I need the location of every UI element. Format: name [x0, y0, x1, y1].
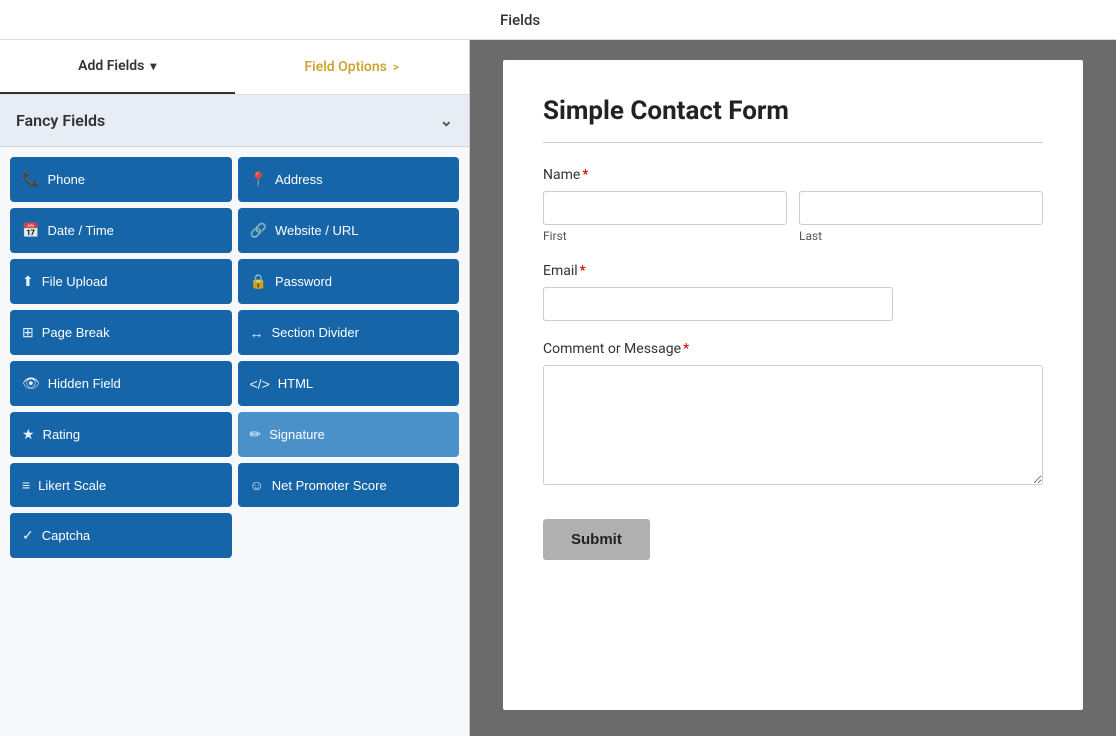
- name-first-input[interactable]: [543, 191, 787, 225]
- add-fields-label: Add Fields: [78, 58, 144, 74]
- field-btn-net-promoter-score[interactable]: ☺ Net Promoter Score: [238, 463, 460, 507]
- likert-scale-label: Likert Scale: [38, 478, 106, 493]
- left-panel: Add Fields ▾ Field Options > Fancy Field…: [0, 40, 470, 736]
- net-promoter-score-icon: ☺: [250, 477, 264, 493]
- website-url-label: Website / URL: [275, 223, 359, 238]
- address-label: Address: [275, 172, 323, 187]
- email-label: Email*: [543, 263, 1043, 279]
- address-icon: 📍: [250, 171, 267, 188]
- section-divider-icon: ↔: [250, 325, 264, 341]
- fancy-fields-chevron: ⌄: [440, 111, 453, 130]
- tab-bar: Add Fields ▾ Field Options >: [0, 40, 469, 95]
- field-btn-likert-scale[interactable]: ≡ Likert Scale: [10, 463, 232, 507]
- name-last-label: Last: [799, 229, 1043, 243]
- name-last-input[interactable]: [799, 191, 1043, 225]
- page-title: Fields: [500, 11, 540, 29]
- submit-button[interactable]: Submit: [543, 519, 650, 560]
- field-options-arrow: >: [393, 60, 399, 74]
- rating-label: Rating: [43, 427, 81, 442]
- form-card: Simple Contact Form Name* First Last: [503, 60, 1083, 710]
- date-time-label: Date / Time: [47, 223, 113, 238]
- page-break-label: Page Break: [42, 325, 110, 340]
- name-row: First Last: [543, 191, 1043, 243]
- name-label: Name*: [543, 167, 1043, 183]
- comment-textarea[interactable]: [543, 365, 1043, 485]
- website-url-icon: 🔗: [250, 222, 267, 239]
- field-btn-section-divider[interactable]: ↔ Section Divider: [238, 310, 460, 355]
- captcha-icon: ✓: [22, 527, 34, 544]
- field-btn-rating[interactable]: ★ Rating: [10, 412, 232, 457]
- email-field: Email*: [543, 263, 1043, 321]
- fancy-fields-header[interactable]: Fancy Fields ⌄: [0, 95, 469, 147]
- field-btn-website-url[interactable]: 🔗 Website / URL: [238, 208, 460, 253]
- field-btn-signature[interactable]: ✏ Signature: [238, 412, 460, 457]
- section-divider-label: Section Divider: [272, 325, 359, 340]
- signature-label: Signature: [269, 427, 325, 442]
- tab-field-options[interactable]: Field Options >: [235, 40, 470, 94]
- field-scroll-area[interactable]: Fancy Fields ⌄ 📞 Phone 📍 Address 📅 Date / Tim…: [0, 95, 469, 736]
- field-btn-captcha[interactable]: ✓ Captcha: [10, 513, 232, 558]
- page-break-icon: ⊞: [22, 324, 34, 341]
- hidden-field-icon: 👁: [22, 375, 40, 392]
- field-btn-file-upload[interactable]: ⬆ File Upload: [10, 259, 232, 304]
- tab-add-fields[interactable]: Add Fields ▾: [0, 40, 235, 94]
- file-upload-icon: ⬆: [22, 273, 34, 290]
- phone-icon: 📞: [22, 171, 39, 188]
- add-fields-arrow: ▾: [150, 59, 156, 73]
- field-btn-page-break[interactable]: ⊞ Page Break: [10, 310, 232, 355]
- name-first-label: First: [543, 229, 787, 243]
- field-btn-hidden-field[interactable]: 👁 Hidden Field: [10, 361, 232, 406]
- phone-label: Phone: [47, 172, 85, 187]
- name-field: Name* First Last: [543, 167, 1043, 243]
- likert-scale-icon: ≡: [22, 477, 30, 493]
- fancy-fields-label: Fancy Fields: [16, 111, 105, 130]
- top-bar: Fields: [0, 0, 1116, 40]
- form-preview-panel: Simple Contact Form Name* First Last: [470, 40, 1116, 736]
- form-divider: [543, 142, 1043, 143]
- field-btn-password[interactable]: 🔒 Password: [238, 259, 460, 304]
- comment-field: Comment or Message*: [543, 341, 1043, 489]
- field-options-label: Field Options: [304, 59, 386, 75]
- captcha-label: Captcha: [42, 528, 90, 543]
- html-icon: </>: [250, 376, 270, 392]
- password-label: Password: [275, 274, 332, 289]
- name-first-col: First: [543, 191, 787, 243]
- file-upload-label: File Upload: [42, 274, 108, 289]
- field-btn-phone[interactable]: 📞 Phone: [10, 157, 232, 202]
- form-title: Simple Contact Form: [543, 96, 1043, 126]
- field-btn-html[interactable]: </> HTML: [238, 361, 460, 406]
- net-promoter-score-label: Net Promoter Score: [272, 478, 387, 493]
- password-icon: 🔒: [250, 273, 267, 290]
- field-btn-date-time[interactable]: 📅 Date / Time: [10, 208, 232, 253]
- rating-icon: ★: [22, 426, 35, 443]
- date-time-icon: 📅: [22, 222, 39, 239]
- main-content: Add Fields ▾ Field Options > Fancy Field…: [0, 40, 1116, 736]
- email-input[interactable]: [543, 287, 893, 321]
- comment-label: Comment or Message*: [543, 341, 1043, 357]
- signature-icon: ✏: [250, 426, 262, 443]
- name-last-col: Last: [799, 191, 1043, 243]
- fancy-fields-grid: 📞 Phone 📍 Address 📅 Date / Time 🔗 Website / URL…: [0, 147, 469, 568]
- hidden-field-label: Hidden Field: [48, 376, 121, 391]
- html-label: HTML: [278, 376, 313, 391]
- field-btn-address[interactable]: 📍 Address: [238, 157, 460, 202]
